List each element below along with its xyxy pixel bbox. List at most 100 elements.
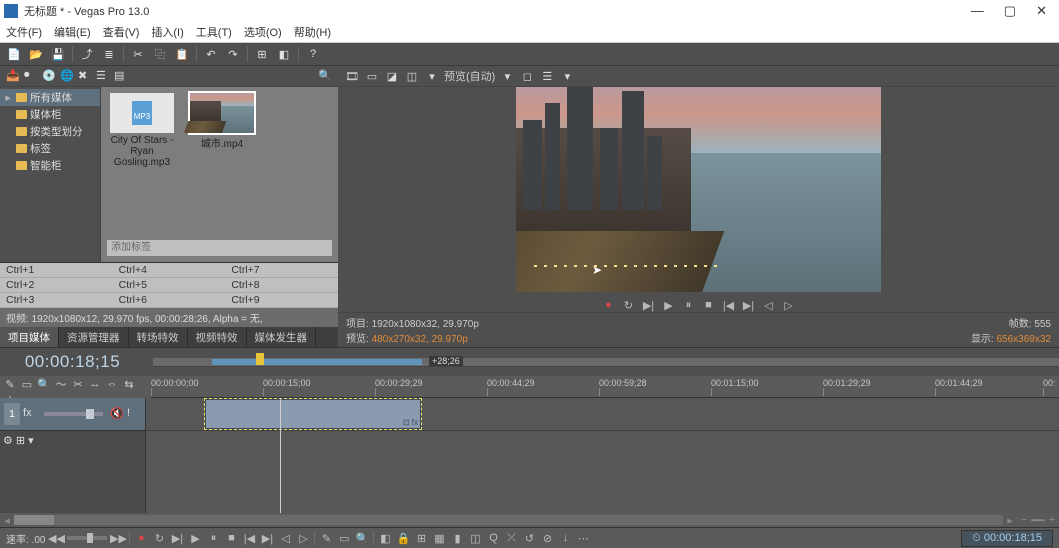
menu-insert[interactable]: 插入(I) <box>151 24 183 40</box>
solo-icon[interactable]: ! <box>127 407 141 421</box>
ignore-group-icon[interactable]: ⊘ <box>540 531 554 545</box>
snap-events-icon[interactable]: ◫ <box>468 531 482 545</box>
search-icon[interactable]: 🔍 <box>318 69 332 83</box>
stop-button[interactable]: ■ <box>701 298 717 312</box>
open-project-icon[interactable]: 📂 <box>28 46 44 62</box>
snap-markers-icon[interactable]: ▮ <box>450 531 464 545</box>
timecode-display[interactable]: 00:00:18;15 <box>0 352 153 372</box>
capture-icon[interactable]: ⏺ <box>24 69 38 83</box>
clip-fx-icon[interactable]: ⊡ fx <box>403 418 418 427</box>
views-icon[interactable]: ▤ <box>114 69 128 83</box>
tree-smart-bins[interactable]: 智能柜 <box>0 157 100 174</box>
redo-icon[interactable]: ↷ <box>225 46 241 62</box>
edit-tool-icon[interactable]: ✎ <box>3 377 17 391</box>
auto-ripple-icon[interactable]: ◧ <box>276 46 292 62</box>
btm-record-button[interactable]: ● <box>134 531 148 545</box>
render-icon[interactable]: ⤴ <box>79 46 95 62</box>
tag-input[interactable]: 添加标签 <box>107 240 332 256</box>
loop-button[interactable]: ↻ <box>621 298 637 312</box>
btm-play-start-button[interactable]: ▶| <box>170 531 184 545</box>
media-item-audio[interactable]: MP3 City Of Stars - Ryan Gosling.mp3 <box>107 93 177 168</box>
import-icon[interactable]: 📥 <box>6 69 20 83</box>
prev-external-icon[interactable]: ▭ <box>364 68 380 84</box>
menu-tools[interactable]: 工具(T) <box>196 24 232 40</box>
overlay-icon[interactable]: ◻ <box>519 68 535 84</box>
menu-bar[interactable]: 文件(F) 编辑(E) 查看(V) 插入(I) 工具(T) 选项(O) 帮助(H… <box>0 22 1059 43</box>
playhead[interactable] <box>280 398 281 513</box>
menu-file[interactable]: 文件(F) <box>6 24 42 40</box>
prev-quality-chevron[interactable]: ▾ <box>499 68 515 84</box>
zoom-tool-icon[interactable]: 🔍 <box>37 377 51 391</box>
loop-play-icon[interactable]: ↺ <box>522 531 536 545</box>
auto-ripple2-icon[interactable]: ◧ <box>378 531 392 545</box>
tree-by-type[interactable]: 按类型划分 <box>0 123 100 140</box>
tree-media-bins[interactable]: 媒体柜 <box>0 106 100 123</box>
menu-options[interactable]: 选项(O) <box>244 24 282 40</box>
automation-icon[interactable]: ⚙ <box>3 434 13 447</box>
record-button[interactable]: ● <box>601 298 617 312</box>
track-more-icon[interactable]: ▾ <box>28 434 34 447</box>
web-icon[interactable]: 🌐 <box>60 69 74 83</box>
tree-tags[interactable]: 标签 <box>0 140 100 157</box>
properties-icon[interactable]: ≣ <box>101 46 117 62</box>
scroll-left-icon[interactable]: ◂ <box>0 514 14 527</box>
track-level-slider[interactable] <box>44 412 103 416</box>
env-tool-icon[interactable]: ～ <box>54 377 68 391</box>
undo-icon[interactable]: ↶ <box>203 46 219 62</box>
sel-tool-icon[interactable]: ▭ <box>20 377 34 391</box>
more-icon[interactable]: ⋯ <box>576 531 590 545</box>
remove-icon[interactable]: ✖ <box>78 69 92 83</box>
prev-quality-dropdown[interactable]: ▾ <box>424 68 440 84</box>
menu-view[interactable]: 查看(V) <box>103 24 140 40</box>
shuttle-right-icon[interactable]: ▶▶ <box>111 531 125 545</box>
btm-loop-button[interactable]: ↻ <box>152 531 166 545</box>
time-ruler[interactable]: 00:00:00;0000:00:15;0000:00:29;2900:00:4… <box>151 376 1059 398</box>
btm-play-button[interactable]: ▶ <box>188 531 202 545</box>
minimize-button[interactable]: — <box>971 3 984 19</box>
scroll-thumb[interactable] <box>14 515 54 525</box>
mute-icon[interactable]: 🔇 <box>110 407 124 421</box>
stretch-tool-icon[interactable]: ⇆ <box>122 377 136 391</box>
timeline-scrollbar[interactable]: ◂ ▸ − ━━ + <box>0 513 1059 527</box>
properties2-icon[interactable]: ☰ <box>96 69 110 83</box>
tab-videofx[interactable]: 视频特效 <box>188 327 247 347</box>
media-tree[interactable]: ▸所有媒体 媒体柜 按类型划分 标签 智能柜 <box>0 87 101 262</box>
btm-pause-button[interactable]: ⏸ <box>206 531 220 545</box>
play-button[interactable]: ▶ <box>661 298 677 312</box>
snap-icon[interactable]: ⊞ <box>254 46 270 62</box>
cut-icon[interactable]: ✂ <box>130 46 146 62</box>
tab-generators[interactable]: 媒体发生器 <box>247 327 317 347</box>
video-preview[interactable]: ➤ <box>516 87 881 292</box>
close-button[interactable]: ✕ <box>1036 3 1047 19</box>
btm-next-frame-button[interactable]: ▷ <box>296 531 310 545</box>
split-screen-icon[interactable]: ◫ <box>404 68 420 84</box>
marker-bar[interactable]: +28;26 <box>153 358 1059 367</box>
project-video-props-icon[interactable]: 🎞 <box>344 68 360 84</box>
snap2-icon[interactable]: ⊞ <box>414 531 428 545</box>
quantize-icon[interactable]: Q <box>486 531 500 545</box>
track-header-1[interactable]: 1 fx 🔇 ! <box>0 398 145 431</box>
save-project-icon[interactable]: 💾 <box>50 46 66 62</box>
next-frame-button[interactable]: ▷ <box>781 298 797 312</box>
go-start-button[interactable]: |◀ <box>721 298 737 312</box>
menu-edit[interactable]: 编辑(E) <box>54 24 91 40</box>
zoom-out-icon[interactable]: − <box>1017 514 1031 526</box>
tab-explorer[interactable]: 资源管理器 <box>59 327 129 347</box>
extract-icon[interactable]: 💿 <box>42 69 56 83</box>
new-project-icon[interactable]: 📄 <box>6 46 22 62</box>
slip-tool-icon[interactable]: ↔ <box>88 377 102 391</box>
play-start-button[interactable]: ▶| <box>641 298 657 312</box>
normal-edit-icon[interactable]: ✎ <box>319 531 333 545</box>
video-clip[interactable]: ⊡ fx <box>205 399 421 429</box>
downstream-icon[interactable]: ↓ <box>558 531 572 545</box>
trim-tool-icon[interactable]: ✂ <box>71 377 85 391</box>
safe-areas-icon[interactable]: ☰ <box>539 68 555 84</box>
help-icon[interactable]: ? <box>305 46 321 62</box>
media-item-video[interactable]: 城市.mp4 <box>187 93 257 168</box>
copy-snapshot-icon[interactable]: ▾ <box>559 68 575 84</box>
btm-stop-button[interactable]: ■ <box>224 531 238 545</box>
menu-help[interactable]: 帮助(H) <box>294 24 331 40</box>
browser-tabs[interactable]: 项目媒体 资源管理器 转场特效 视频特效 媒体发生器 <box>0 327 338 347</box>
prev-frame-button[interactable]: ◁ <box>761 298 777 312</box>
copy-icon[interactable]: ⿻ <box>152 46 168 62</box>
